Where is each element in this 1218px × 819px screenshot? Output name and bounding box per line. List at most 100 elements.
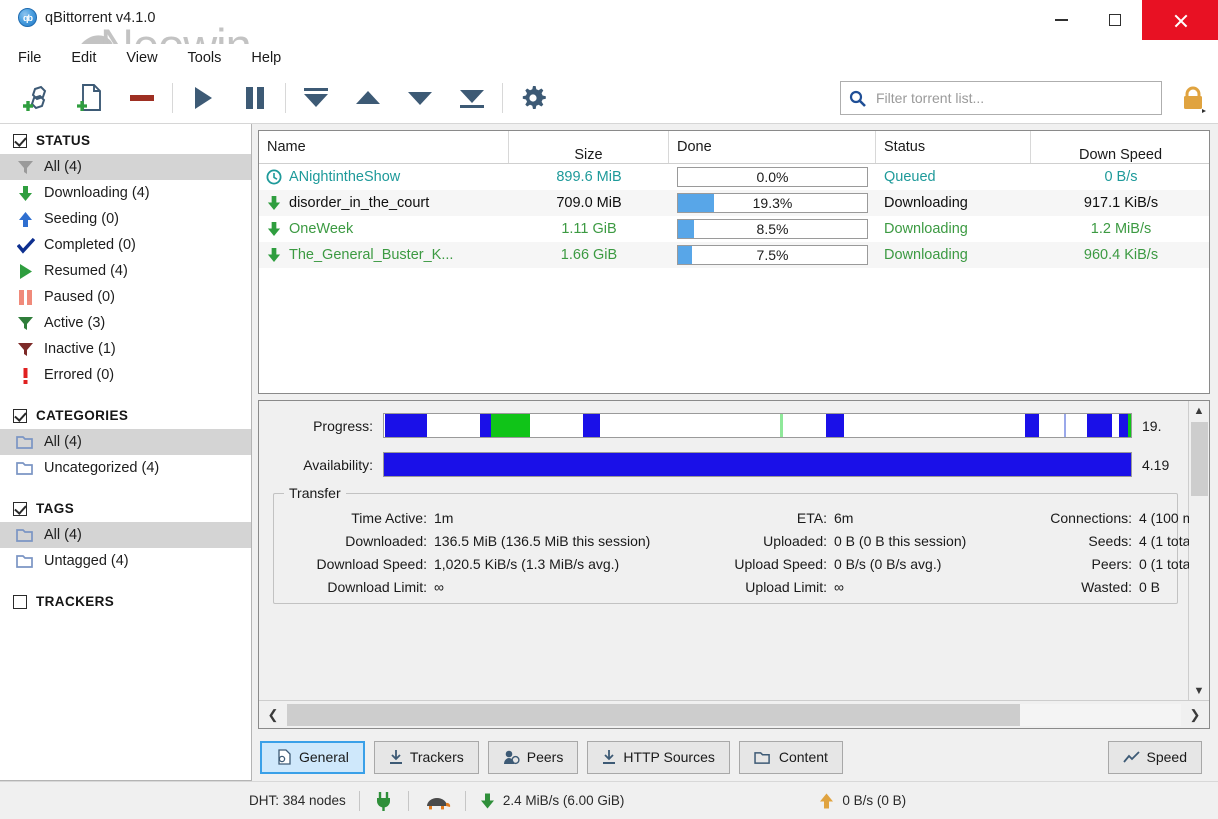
sidebar-item-active[interactable]: Active (3) xyxy=(0,310,251,336)
lock-icon xyxy=(1178,84,1208,114)
horizontal-scroll-thumb[interactable] xyxy=(287,704,1020,726)
sidebar-item-label: Seeding (0) xyxy=(44,211,119,227)
move-bottom-button[interactable] xyxy=(446,76,498,120)
sidebar-item-all-categories[interactable]: All (4) xyxy=(0,429,251,455)
tab-general[interactable]: General xyxy=(260,741,365,774)
column-header-status[interactable]: Status xyxy=(876,131,1031,163)
close-icon xyxy=(1173,13,1188,28)
details-horizontal-scrollbar[interactable]: ❮ ❯ xyxy=(259,700,1209,728)
sidebar-item-resumed[interactable]: Resumed (4) xyxy=(0,258,251,284)
column-header-down-speed[interactable]: Down Speed xyxy=(1031,131,1210,163)
trackers-section-header[interactable]: TRACKERS xyxy=(0,574,251,615)
tab-content[interactable]: Content xyxy=(739,741,843,774)
close-button[interactable] xyxy=(1142,0,1218,40)
move-down-button[interactable] xyxy=(394,76,446,120)
sidebar-item-seeding[interactable]: Seeding (0) xyxy=(0,206,251,232)
sidebar-item-all-status[interactable]: All (4) xyxy=(0,154,251,180)
table-row[interactable]: ANightintheShow 899.6 MiB 0.0% Queued 0 … xyxy=(259,164,1209,190)
scroll-left-arrow-icon[interactable]: ❮ xyxy=(259,707,287,723)
sidebar-item-downloading[interactable]: Downloading (4) xyxy=(0,180,251,206)
trackers-checkbox[interactable] xyxy=(13,595,27,609)
tags-checkbox[interactable] xyxy=(13,502,27,516)
main-body: STATUS All (4) Downloading (4) Seeding (… xyxy=(0,124,1218,781)
vertical-scroll-thumb[interactable] xyxy=(1191,422,1208,496)
sidebar-item-errored[interactable]: Errored (0) xyxy=(0,362,251,388)
upload-speed-status: 0 B/s (0 B) xyxy=(805,792,919,810)
status-section-header[interactable]: STATUS xyxy=(0,124,251,154)
menu-item-tools[interactable]: Tools xyxy=(186,48,224,68)
tab-peers[interactable]: Peers xyxy=(488,741,579,774)
table-row[interactable]: OneWeek 1.11 GiB 8.5% Downloading 1.2 Mi… xyxy=(259,216,1209,242)
torrent-list-header: Name Size Done Status Down Speed xyxy=(259,131,1209,164)
column-header-done[interactable]: Done xyxy=(669,131,876,163)
pause-icon xyxy=(244,85,266,111)
sidebar-item-untagged[interactable]: Untagged (4) xyxy=(0,548,251,574)
tags-section-header[interactable]: TAGS xyxy=(0,481,251,522)
add-torrent-link-button[interactable] xyxy=(12,76,64,120)
scroll-down-arrow-icon[interactable]: ▼ xyxy=(1189,681,1210,700)
sidebar-item-completed[interactable]: Completed (0) xyxy=(0,232,251,258)
filter-search-box[interactable] xyxy=(840,81,1162,115)
sidebar-item-label: All (4) xyxy=(44,159,82,175)
connection-status-button[interactable] xyxy=(360,790,408,812)
arrow-down-icon xyxy=(266,195,282,211)
alternative-speed-button[interactable] xyxy=(409,791,465,811)
upload-speed-text: 0 B/s (0 B) xyxy=(842,793,906,808)
move-up-icon xyxy=(354,88,382,108)
table-row[interactable]: The_General_Buster_K... 1.66 GiB 7.5% Do… xyxy=(259,242,1209,268)
torrent-down-speed: 1.2 MiB/s xyxy=(1031,221,1210,237)
field-label: Connections: xyxy=(1019,510,1139,526)
scroll-right-arrow-icon[interactable]: ❯ xyxy=(1181,707,1209,723)
sidebar-item-all-tags[interactable]: All (4) xyxy=(0,522,251,548)
add-torrent-file-button[interactable] xyxy=(64,76,116,120)
torrent-size: 1.11 GiB xyxy=(509,221,669,237)
move-top-button[interactable] xyxy=(290,76,342,120)
sidebar-item-inactive[interactable]: Inactive (1) xyxy=(0,336,251,362)
tab-trackers[interactable]: Trackers xyxy=(374,741,479,774)
progress-label: Progress: xyxy=(273,418,373,434)
filter-icon xyxy=(16,158,35,177)
remove-torrent-button[interactable] xyxy=(116,76,168,120)
column-header-name[interactable]: Name xyxy=(259,131,509,163)
torrent-name: OneWeek xyxy=(289,221,353,237)
menu-item-view[interactable]: View xyxy=(124,48,159,68)
torrent-status: Downloading xyxy=(876,221,1031,237)
start-torrent-button[interactable] xyxy=(177,76,229,120)
column-header-size[interactable]: Size xyxy=(509,131,669,163)
filter-icon xyxy=(16,314,35,333)
menu-item-help[interactable]: Help xyxy=(249,48,283,68)
table-row[interactable]: disorder_in_the_court 709.0 MiB 19.3% Do… xyxy=(259,190,1209,216)
details-vertical-scrollbar[interactable]: ▲ ▼ xyxy=(1188,401,1209,700)
horizontal-scroll-track[interactable] xyxy=(287,704,1181,726)
minimize-button[interactable] xyxy=(1034,0,1088,40)
sidebar-item-uncategorized[interactable]: Uncategorized (4) xyxy=(0,455,251,481)
categories-checkbox[interactable] xyxy=(13,409,27,423)
menu-item-file[interactable]: File xyxy=(16,48,43,68)
maximize-button[interactable] xyxy=(1088,0,1142,40)
sidebar-item-paused[interactable]: Paused (0) xyxy=(0,284,251,310)
progress-segment xyxy=(480,414,491,437)
lock-button[interactable] xyxy=(1178,84,1208,114)
scroll-up-arrow-icon[interactable]: ▲ xyxy=(1189,401,1210,420)
availability-bar xyxy=(383,452,1132,477)
status-checkbox[interactable] xyxy=(13,134,27,148)
field-label: Wasted: xyxy=(1019,579,1139,595)
sidebar-item-label: Paused (0) xyxy=(44,289,115,305)
minus-icon xyxy=(129,93,155,103)
tab-http-sources[interactable]: HTTP Sources xyxy=(587,741,730,774)
categories-section-header[interactable]: CATEGORIES xyxy=(0,388,251,429)
maximize-icon xyxy=(1109,14,1121,26)
progress-segment xyxy=(1087,414,1112,437)
main-toolbar xyxy=(0,72,1218,124)
search-input[interactable] xyxy=(874,89,1153,107)
vertical-scroll-track[interactable] xyxy=(1189,420,1210,681)
pause-torrent-button[interactable] xyxy=(229,76,281,120)
sidebar-item-label: Resumed (4) xyxy=(44,263,128,279)
preferences-button[interactable] xyxy=(507,76,559,120)
progress-segment xyxy=(491,414,530,437)
torrent-size: 709.0 MiB xyxy=(509,195,669,211)
progress-segment xyxy=(780,414,783,437)
move-up-button[interactable] xyxy=(342,76,394,120)
menu-item-edit[interactable]: Edit xyxy=(69,48,98,68)
tab-speed[interactable]: Speed xyxy=(1108,741,1202,774)
